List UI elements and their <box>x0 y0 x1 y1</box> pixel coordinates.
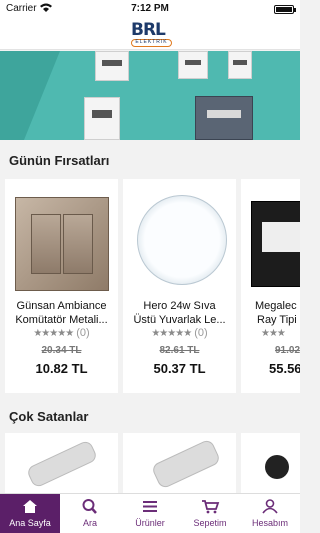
product-price: 50.37 TL <box>153 361 206 376</box>
product-card[interactable] <box>5 433 118 493</box>
tab-label: Ara <box>82 518 97 528</box>
product-image <box>11 187 112 295</box>
tab-search[interactable]: Ara <box>60 494 120 533</box>
product-price: 10.82 TL <box>35 361 88 376</box>
old-price: 91.02 <box>275 345 300 356</box>
app-header: BRL ELEKTRIK <box>0 18 300 50</box>
home-icon <box>23 500 37 513</box>
rating-stars-icon: ★★★★★ <box>151 328 192 339</box>
old-price: 20.34 TL <box>41 345 82 356</box>
logo-text: BRL <box>131 20 166 40</box>
brand-logo[interactable]: BRL ELEKTRIK <box>129 20 173 48</box>
battery-icon <box>274 5 296 14</box>
product-price: 55.56 <box>269 361 300 376</box>
rating-stars-icon: ★★★ <box>261 328 286 339</box>
product-name: Komütatör Metali... <box>15 314 108 326</box>
product-name: Üstü Yuvarlak Le... <box>133 314 226 326</box>
menu-icon <box>143 501 157 512</box>
product-image <box>150 438 222 490</box>
product-image <box>247 187 300 295</box>
deals-carousel[interactable]: Günsan Ambiance Komütatör Metali... ★★★★… <box>0 179 300 393</box>
product-card[interactable] <box>241 433 300 493</box>
rating-stars-icon: ★★★★★ <box>33 328 74 339</box>
user-icon <box>262 499 278 514</box>
breaker-image <box>178 51 208 79</box>
product-card[interactable]: Megalec Ray Tipi ★★★ 91.02 55.56 <box>241 179 300 393</box>
breaker-image <box>95 51 129 81</box>
clock: 7:12 PM <box>131 3 169 14</box>
bottom-tab-bar: Ana Sayfa Ara Ürünler Sepetim Hesabım <box>0 493 300 533</box>
product-rating: ★★★ <box>261 327 300 339</box>
promo-banner[interactable] <box>0 51 300 140</box>
tab-account[interactable]: Hesabım <box>240 494 300 533</box>
search-icon <box>82 499 97 514</box>
product-name: Ray Tipi <box>257 314 297 326</box>
cart-icon <box>202 500 220 514</box>
product-image <box>265 455 289 479</box>
product-card[interactable]: Günsan Ambiance Komütatör Metali... ★★★★… <box>5 179 118 393</box>
status-bar: Carrier 7:12 PM <box>0 0 300 18</box>
deals-title: Günün Fırsatları <box>9 153 110 168</box>
tab-cart[interactable]: Sepetim <box>180 494 240 533</box>
tab-products[interactable]: Ürünler <box>120 494 180 533</box>
tab-label: Ürünler <box>135 518 165 528</box>
product-card[interactable] <box>123 433 236 493</box>
product-name: Megalec <box>255 300 297 312</box>
product-card[interactable]: Hero 24w Sıva Üstü Yuvarlak Le... ★★★★★ … <box>123 179 236 393</box>
bestsellers-title: Çok Satanlar <box>9 409 89 424</box>
breaker-image <box>228 51 252 79</box>
bestsellers-carousel[interactable] <box>0 433 300 493</box>
product-rating: ★★★★★ (0) <box>151 327 208 339</box>
logo-badge: ELEKTRIK <box>131 39 172 47</box>
tab-label: Sepetim <box>193 518 227 528</box>
product-name: Günsan Ambiance <box>16 300 107 312</box>
breaker-image <box>84 97 120 140</box>
old-price: 82.61 TL <box>159 345 200 356</box>
product-image <box>25 439 99 489</box>
tab-label: Ana Sayfa <box>9 518 51 528</box>
tab-label: Hesabım <box>251 518 288 528</box>
product-rating: ★★★★★ (0) <box>33 327 90 339</box>
breaker-image <box>195 96 253 140</box>
product-image <box>129 187 230 295</box>
tab-home[interactable]: Ana Sayfa <box>0 494 60 533</box>
banner-decor <box>0 51 60 140</box>
product-name: Hero 24w Sıva <box>143 300 216 312</box>
